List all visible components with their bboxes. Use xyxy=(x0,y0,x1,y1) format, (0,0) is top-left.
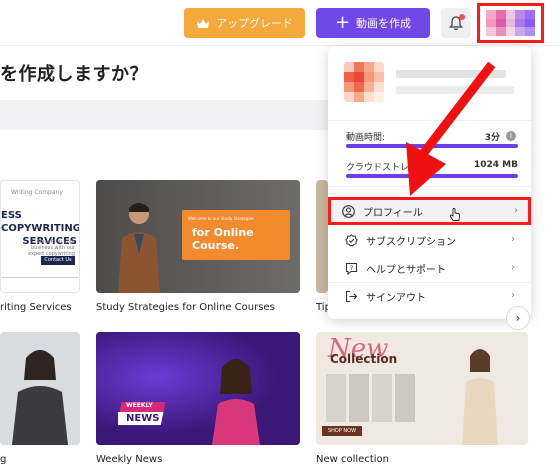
card-caption: g xyxy=(0,454,7,465)
help-bubble-icon: ? xyxy=(344,261,358,275)
sign-out-icon xyxy=(344,289,358,303)
menu-item-label: サインアウト xyxy=(366,292,426,304)
template-card-tips[interactable] xyxy=(316,180,328,293)
thumb-company: Writing Company xyxy=(11,189,63,196)
divider xyxy=(328,186,531,187)
thumb-contact-button: Contact Us xyxy=(41,256,75,265)
video-time-value: 3分 xyxy=(484,133,500,143)
badge-news: NEWS xyxy=(126,413,160,424)
menu-item-label: プロフィール xyxy=(363,207,423,219)
user-email-redacted xyxy=(396,86,514,94)
template-card-weekly-news[interactable]: WEEKLY NEWS xyxy=(96,332,300,445)
divider xyxy=(328,282,531,283)
notification-dot xyxy=(459,14,465,20)
chevron-right-icon: › xyxy=(511,290,515,301)
badge-weekly: WEEKLY xyxy=(126,402,153,409)
presenter-figure xyxy=(212,359,260,445)
account-dropdown: 動画時間: 3分 i クラウドストレー 1024 MB プロフィール › サブス… xyxy=(328,46,531,319)
menu-item-help[interactable]: ? ヘルプとサポート › xyxy=(334,256,525,280)
template-card-study-strategies[interactable]: Welcome to our Study Strategies for Onli… xyxy=(96,180,300,293)
thumb-big-text: for Online Course. xyxy=(192,226,254,252)
video-time-stat: 動画時間: 3分 xyxy=(346,130,518,148)
crown-icon xyxy=(197,18,209,28)
menu-item-label: サブスクリプション xyxy=(366,236,456,248)
video-time-bar xyxy=(346,144,518,148)
presenter-figure xyxy=(12,350,68,445)
template-card-copywriting[interactable]: Writing Company ESS COPYWRITING SERVICES… xyxy=(0,180,80,293)
menu-item-subscription[interactable]: サブスクリプション › xyxy=(334,228,525,252)
menu-item-profile[interactable]: プロフィール › xyxy=(328,197,531,225)
thumb-title-line-1: ESS COPYWRITING xyxy=(1,210,80,234)
account-avatar-button[interactable] xyxy=(477,3,544,43)
info-icon[interactable]: i xyxy=(506,131,516,141)
carousel-next-button[interactable]: › xyxy=(506,306,530,330)
search-band xyxy=(0,100,330,130)
storage-value: 1024 MB xyxy=(474,160,518,170)
badge-check-icon xyxy=(344,233,358,247)
plus-icon: + xyxy=(334,12,351,33)
template-card-new-collection[interactable]: New Collection SHOP NOW xyxy=(316,332,528,445)
thumb-small-text: Welcome to our Study Strategies xyxy=(188,216,255,221)
card-caption: New collection xyxy=(316,454,389,465)
chevron-right-icon: › xyxy=(511,234,515,245)
menu-item-sign-out[interactable]: サインアウト › xyxy=(334,284,525,308)
thumb-shop-button: SHOP NOW xyxy=(322,426,362,436)
upgrade-label: アップグレード xyxy=(216,17,293,30)
notifications-button[interactable] xyxy=(441,8,471,38)
dropdown-avatar xyxy=(344,62,384,102)
chevron-right-icon: › xyxy=(515,311,521,325)
top-bar: アップグレード + 動画を作成 xyxy=(0,0,560,46)
card-caption: Weekly News xyxy=(96,454,163,465)
avatar xyxy=(486,10,535,36)
chevron-right-icon: › xyxy=(514,205,518,216)
video-time-label: 動画時間: xyxy=(346,133,386,143)
card-caption: riting Services xyxy=(0,302,72,313)
hand-cursor-icon xyxy=(449,208,460,221)
create-video-button[interactable]: + 動画を作成 xyxy=(316,8,430,38)
storage-fill xyxy=(346,174,518,178)
video-time-fill xyxy=(346,144,518,148)
divider xyxy=(328,120,531,121)
thumb-divider xyxy=(1,277,79,278)
storage-stat: クラウドストレー 1024 MB xyxy=(346,160,518,178)
upgrade-button[interactable]: アップグレード xyxy=(184,8,305,38)
template-card-business[interactable] xyxy=(0,332,80,445)
chevron-right-icon: › xyxy=(511,262,515,273)
user-name-redacted xyxy=(396,70,506,78)
menu-item-label: ヘルプとサポート xyxy=(366,264,446,276)
create-video-label: 動画を作成 xyxy=(356,17,412,30)
user-circle-icon xyxy=(341,204,355,218)
storage-bar xyxy=(346,174,518,178)
page-heading: を作成しますか？ xyxy=(0,64,148,85)
presenter-figure xyxy=(118,203,160,293)
storage-label: クラウドストレー xyxy=(346,163,419,173)
card-caption: Study Strategies for Online Courses xyxy=(96,302,275,313)
svg-text:?: ? xyxy=(349,264,352,272)
